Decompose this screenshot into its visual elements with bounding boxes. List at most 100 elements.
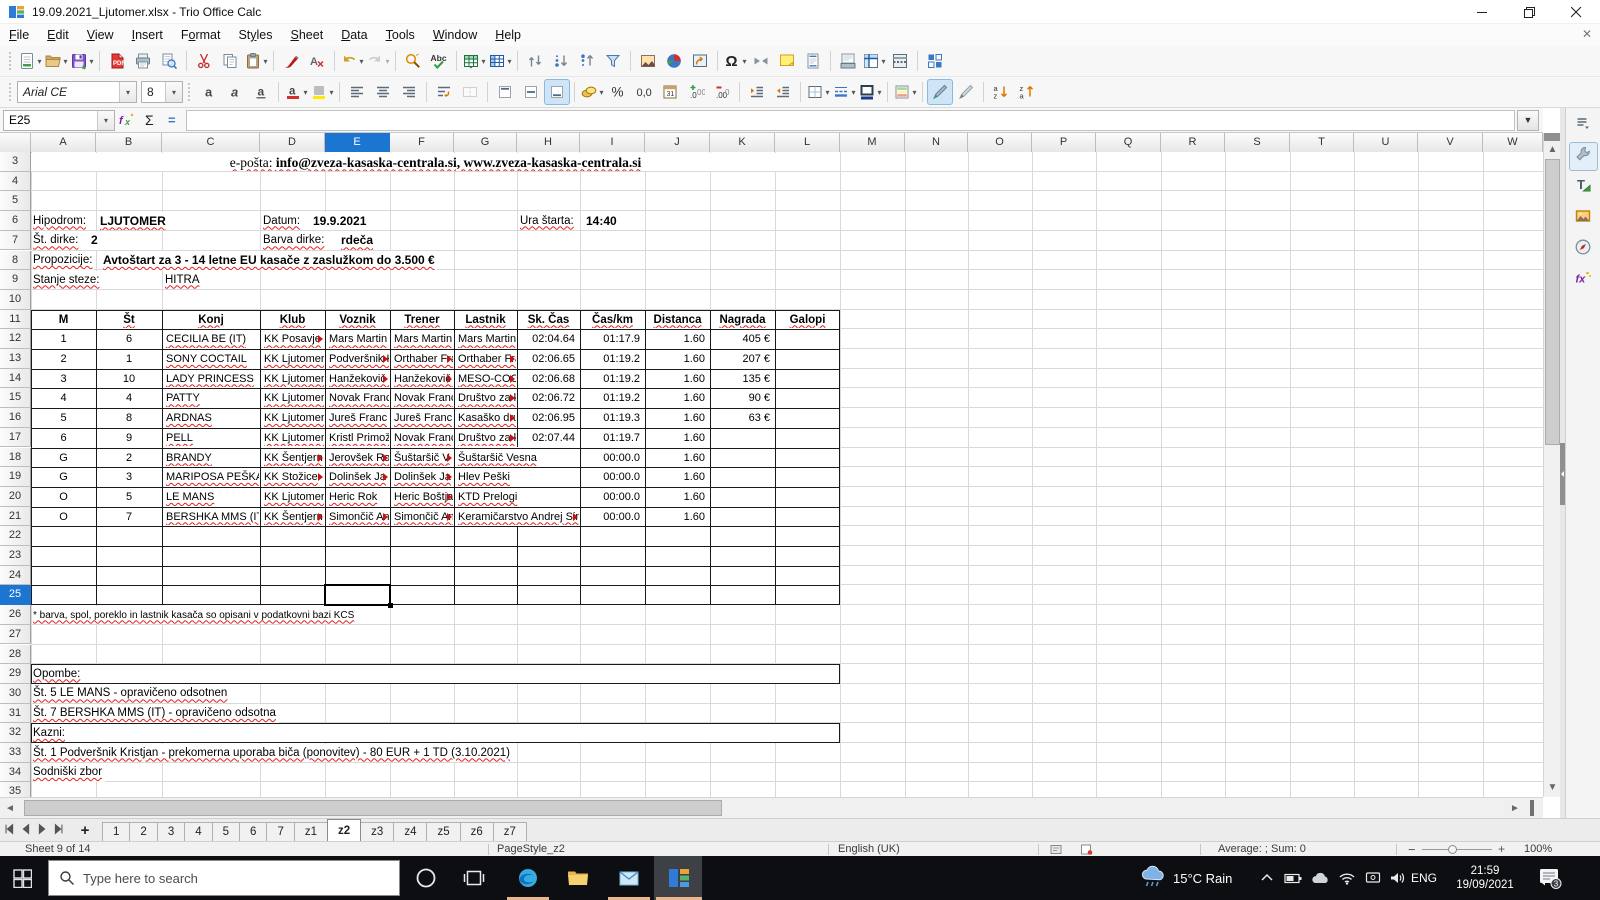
taskbar-trio-office-button[interactable]: [656, 856, 702, 900]
table-cell[interactable]: KK Ljutomer: [261, 370, 324, 388]
save-button[interactable]: ▾: [70, 49, 94, 73]
merge-cells-button[interactable]: [458, 80, 482, 104]
italic-button[interactable]: a: [223, 80, 247, 104]
table-cell[interactable]: Orthaber Fra: [391, 350, 453, 368]
info-text[interactable]: Ura štarta:: [520, 211, 576, 231]
table-cell[interactable]: 90 €: [711, 389, 774, 407]
clone-formatting-button[interactable]: [279, 49, 303, 73]
taskbar-file-explorer-button[interactable]: [555, 856, 601, 900]
table-cell[interactable]: BRANDY: [163, 449, 259, 467]
menu-window[interactable]: Window: [424, 25, 486, 45]
tray-battery[interactable]: [1280, 856, 1306, 900]
show-draw-functions-button[interactable]: [923, 49, 947, 73]
taskbar-edge-button[interactable]: [505, 856, 551, 900]
sheet-tab-2[interactable]: 2: [129, 822, 158, 841]
autofilter-button[interactable]: [601, 49, 625, 73]
table-cell[interactable]: O: [32, 488, 95, 506]
table-cell[interactable]: KK Stožice: [261, 468, 324, 486]
table-cell[interactable]: 02:07.44: [518, 429, 579, 447]
insert-chart-button[interactable]: [662, 49, 686, 73]
table-cell[interactable]: 1.60: [646, 330, 709, 348]
sidebar-styles-button[interactable]: T: [1570, 174, 1597, 201]
zoom-in-icon[interactable]: +: [1498, 842, 1505, 856]
table-header-klub[interactable]: Klub: [261, 311, 324, 329]
scroll-left-icon[interactable]: ◄: [0, 798, 20, 818]
column-header-O[interactable]: O: [968, 133, 1032, 152]
page-style[interactable]: PageStyle_z2: [497, 843, 565, 855]
sheet-tab-7[interactable]: 7: [266, 822, 295, 841]
font-color-button[interactable]: a ▾: [284, 80, 308, 104]
language-status[interactable]: English (UK): [838, 843, 900, 855]
menu-help[interactable]: Help: [486, 25, 530, 45]
row-header-22[interactable]: 22: [0, 526, 31, 546]
equals-icon[interactable]: =: [161, 109, 184, 131]
corner-header[interactable]: [0, 133, 31, 152]
sheet-tab-5[interactable]: 5: [211, 822, 241, 841]
table-cell[interactable]: LE MANS: [163, 488, 259, 506]
align-top-button[interactable]: [493, 80, 517, 104]
column-header-B[interactable]: B: [96, 133, 162, 152]
table-cell[interactable]: Hanžekovič M: [326, 370, 389, 388]
highlight-color-button[interactable]: ▾: [310, 80, 334, 104]
function-wizard-icon[interactable]: fx: [115, 109, 138, 131]
row-header-3[interactable]: 3: [0, 152, 31, 172]
info-text[interactable]: Propozicije:: [33, 251, 95, 270]
column-header-V[interactable]: V: [1418, 133, 1483, 152]
sheet-tab-z5[interactable]: z5: [426, 822, 461, 841]
table-cell[interactable]: LADY PRINCESS: [163, 370, 259, 388]
taskbar-mail-button[interactable]: [606, 856, 652, 900]
start-button[interactable]: [0, 856, 44, 900]
menu-format[interactable]: Format: [172, 25, 230, 45]
sidebar-gallery-button[interactable]: [1570, 205, 1597, 232]
table-cell[interactable]: 02:04.64: [518, 330, 579, 348]
previous-sheet-icon[interactable]: [18, 821, 34, 840]
sort-descending-button[interactable]: [575, 49, 599, 73]
print-area-button[interactable]: [836, 49, 860, 73]
row-header-12[interactable]: 12: [0, 329, 31, 349]
open-file-dropdown-icon[interactable]: ▾: [63, 57, 67, 66]
export-pdf-button[interactable]: PDF: [105, 49, 129, 73]
column-header-F[interactable]: F: [390, 133, 454, 152]
action-center-button[interactable]: 3: [1528, 856, 1572, 900]
column-header-N[interactable]: N: [905, 133, 968, 152]
table-cell[interactable]: 1.60: [646, 488, 709, 506]
cell-cursor[interactable]: [324, 584, 391, 607]
column-header-A[interactable]: A: [31, 133, 96, 152]
column-header-P[interactable]: P: [1032, 133, 1096, 152]
row-header-17[interactable]: 17: [0, 427, 31, 448]
column-header-H[interactable]: H: [517, 133, 580, 152]
table-cell[interactable]: 01:19.7: [581, 429, 644, 447]
note-cell[interactable]: Št. 5 LE MANS - opravičeno odsotnen: [33, 684, 231, 704]
align-vcenter-button[interactable]: [519, 80, 543, 104]
table-cell[interactable]: 9: [97, 429, 161, 447]
info-text[interactable]: 2: [91, 231, 100, 250]
table-cell[interactable]: 01:19.2: [581, 350, 644, 368]
table-cell[interactable]: KK Ljutomer: [261, 429, 324, 447]
table-cell[interactable]: SONY COCTAIL: [163, 350, 259, 368]
menu-styles[interactable]: Styles: [229, 25, 281, 45]
paste-button[interactable]: ▾: [244, 49, 268, 73]
note-cell[interactable]: Št. 1 Podveršnik Kristjan - prekomerna u…: [33, 743, 513, 763]
table-cell[interactable]: KK Ljutomer: [261, 409, 324, 427]
table-header-galopi[interactable]: Galopi: [776, 311, 839, 329]
row-header-11[interactable]: 11: [0, 309, 31, 330]
row-header-15[interactable]: 15: [0, 388, 31, 409]
row-header-13[interactable]: 13: [0, 349, 31, 369]
table-cell[interactable]: Simončič An: [326, 508, 389, 526]
email-row-cell[interactable]: e-pošta: info@zveza-kasaska-centrala.si,…: [31, 152, 840, 172]
column-header-I[interactable]: I: [580, 133, 645, 152]
menu-file[interactable]: File: [0, 25, 38, 45]
table-cell[interactable]: 6: [97, 330, 161, 348]
info-text[interactable]: Datum:: [263, 211, 303, 231]
sheet-tab-z6[interactable]: z6: [459, 822, 494, 841]
info-text[interactable]: 14:40: [586, 211, 619, 231]
table-cell[interactable]: KK Šentjern: [261, 449, 324, 467]
open-file-button[interactable]: ▾: [44, 49, 68, 73]
sidebar-navigator-button[interactable]: [1570, 236, 1597, 263]
table-cell[interactable]: Simončič An: [391, 508, 453, 526]
row-header-35[interactable]: 35: [0, 782, 31, 797]
close-button[interactable]: [1553, 0, 1600, 24]
close-document-icon[interactable]: ✕: [1582, 27, 1592, 41]
table-cell[interactable]: Društvo za k: [455, 429, 516, 447]
insert-rows-button[interactable]: ▾: [462, 49, 486, 73]
